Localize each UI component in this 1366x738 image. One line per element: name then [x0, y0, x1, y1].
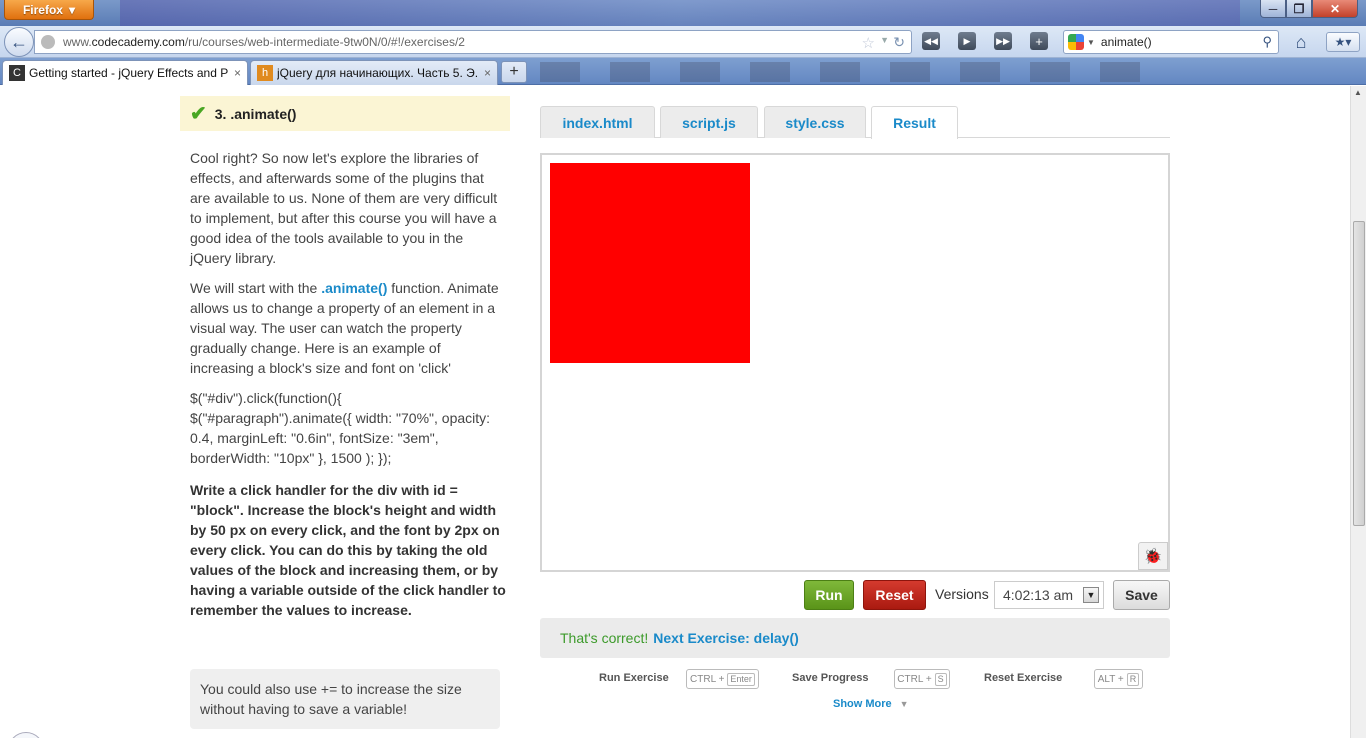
shortcut-key: R	[1126, 672, 1140, 686]
bookmark-star-icon[interactable]: ☆	[862, 34, 875, 52]
shortcut-modifier: ALT +	[1097, 673, 1124, 685]
home-icon[interactable]: ⌂	[1290, 31, 1312, 53]
next-exercise-link[interactable]: Next Exercise: delay()	[653, 630, 799, 646]
back-button[interactable]: ←	[4, 27, 34, 57]
shortcut-reset-keys: ALT + R	[1094, 669, 1143, 689]
shortcut-modifier: CTRL +	[690, 673, 725, 685]
site-identity-icon[interactable]	[41, 35, 55, 49]
titlebar-decoration	[120, 0, 1240, 26]
browser-tab-title: jQuery для начинающих. Часть 5. Э...	[277, 66, 478, 80]
search-bar[interactable]: ▼ animate() ⚲	[1063, 30, 1279, 54]
save-button[interactable]: Save	[1113, 580, 1170, 610]
page-content: ✔ 3. .animate() Cool right? So now let's…	[0, 86, 1350, 738]
maximize-button[interactable]: ❐	[1286, 0, 1312, 18]
reset-button[interactable]: Reset	[863, 580, 926, 610]
add-icon[interactable]: +	[1030, 32, 1048, 50]
url-path: /ru/courses/web-intermediate-9tw0N/0/#!/…	[184, 35, 465, 49]
code-example: $("#div").click(function(){ $("#paragrap…	[190, 390, 491, 466]
tab-index-html[interactable]: index.html	[540, 106, 655, 138]
browser-tab-codecademy[interactable]: C Getting started - jQuery Effects and P…	[2, 60, 248, 85]
chat-bubble-icon[interactable]	[8, 732, 44, 738]
play-icon[interactable]: ▶	[958, 32, 976, 50]
url-host: codecademy.com	[91, 35, 185, 49]
browser-tab-strip: C Getting started - jQuery Effects and P…	[0, 58, 1366, 85]
tab-style-css[interactable]: style.css	[764, 106, 866, 138]
background-decoration	[540, 62, 1140, 82]
bug-report-button[interactable]: 🐞	[1138, 542, 1168, 570]
tab-script-js[interactable]: script.js	[660, 106, 758, 138]
animate-text-before: We will start with the	[190, 280, 322, 296]
plus-icon: +	[509, 63, 519, 80]
tab-result[interactable]: Result	[871, 106, 958, 139]
browser-tab-habr[interactable]: h jQuery для начинающих. Часть 5. Э... ×	[250, 60, 498, 85]
url-text: www.codecademy.com/ru/courses/web-interm…	[63, 35, 465, 49]
firefox-menu-button[interactable]: Firefox ▾	[4, 0, 94, 20]
exercise-title: 3. .animate()	[214, 105, 297, 122]
bug-icon: 🐞	[1143, 548, 1163, 565]
versions-label: Versions	[935, 586, 989, 602]
url-prefix: www.	[63, 35, 92, 49]
address-bar[interactable]: www.codecademy.com/ru/courses/web-interm…	[34, 30, 912, 54]
editor-tabs: index.html script.js style.css Result	[540, 106, 1170, 139]
rewind-icon[interactable]: ◀◀	[922, 32, 940, 50]
minimize-button[interactable]: ─	[1260, 0, 1286, 18]
shortcut-reset-label: Reset Exercise	[984, 672, 1063, 684]
scroll-up-icon[interactable]: ▲	[1354, 88, 1362, 97]
shortcut-save-label: Save Progress	[792, 672, 869, 684]
chevron-down-icon: ▾	[68, 2, 76, 17]
back-arrow-icon: ←	[10, 31, 28, 52]
fast-forward-icon[interactable]: ▶▶	[994, 32, 1012, 50]
bookmarks-button[interactable]: ★▾	[1326, 32, 1360, 52]
shortcut-modifier: CTRL +	[897, 673, 932, 685]
intro-paragraph: Cool right? So now let's explore the lib…	[190, 150, 498, 266]
dropdown-arrow-icon[interactable]: ▼	[1083, 587, 1099, 603]
history-dropdown-icon[interactable]: ▼	[880, 35, 889, 45]
firefox-menu-label: Firefox	[22, 2, 63, 17]
close-tab-icon[interactable]: ×	[234, 66, 241, 80]
run-button[interactable]: Run	[804, 580, 854, 610]
version-select[interactable]: 4:02:13 am ▼	[994, 581, 1104, 609]
google-engine-icon[interactable]	[1068, 34, 1084, 50]
animate-paragraph: We will start with the .animate() functi…	[190, 278, 506, 378]
close-window-button[interactable]: ✕	[1312, 0, 1358, 18]
search-input[interactable]: animate()	[1101, 35, 1152, 49]
feedback-correct: That's correct!	[560, 630, 649, 646]
habr-favicon-icon: h	[257, 65, 273, 81]
codecademy-favicon-icon: C	[9, 65, 25, 81]
version-value: 4:02:13 am	[1003, 587, 1074, 603]
shortcut-key: Enter	[727, 672, 755, 686]
show-more-label: Show More	[833, 698, 892, 710]
navigation-toolbar: ← www.codecademy.com/ru/courses/web-inte…	[0, 26, 1366, 58]
shortcut-key: S	[934, 672, 947, 686]
shortcut-run-label: Run Exercise	[599, 672, 669, 684]
task-instructions: Write a click handler for the div with i…	[190, 482, 506, 618]
page-scrollbar[interactable]: ▲	[1350, 86, 1366, 738]
shortcut-run-keys: CTRL + Enter	[686, 669, 759, 689]
shortcut-save-keys: CTRL + S	[894, 669, 950, 689]
engine-dropdown-icon[interactable]: ▼	[1087, 38, 1095, 47]
browser-tab-title: Getting started - jQuery Effects and Pl.…	[29, 66, 228, 80]
scrollbar-thumb[interactable]	[1353, 221, 1365, 526]
animated-block[interactable]	[550, 163, 750, 363]
close-tab-icon[interactable]: ×	[484, 66, 491, 80]
search-icon[interactable]: ⚲	[1262, 34, 1272, 50]
result-pane[interactable]: 🐞	[540, 153, 1170, 572]
checkmark-icon: ✔	[190, 103, 207, 125]
new-tab-button[interactable]: +	[501, 61, 527, 83]
minimize-icon: ─	[1268, 1, 1278, 16]
show-more-link[interactable]: Show More ▼	[833, 698, 909, 710]
bookmarks-icon: ★▾	[1334, 35, 1352, 49]
hint-box: You could also use += to increase the si…	[190, 669, 500, 729]
close-icon: ✕	[1329, 1, 1341, 16]
chevron-down-icon: ▼	[899, 699, 909, 709]
feedback-bar: That's correct! Next Exercise: delay()	[540, 618, 1170, 658]
window-titlebar: Firefox ▾ ─ ❐ ✕	[0, 0, 1366, 26]
maximize-icon: ❐	[1293, 1, 1305, 16]
reload-icon[interactable]: ↻	[893, 34, 905, 51]
exercise-header: ✔ 3. .animate()	[180, 96, 510, 131]
animate-link[interactable]: .animate()	[321, 280, 387, 296]
